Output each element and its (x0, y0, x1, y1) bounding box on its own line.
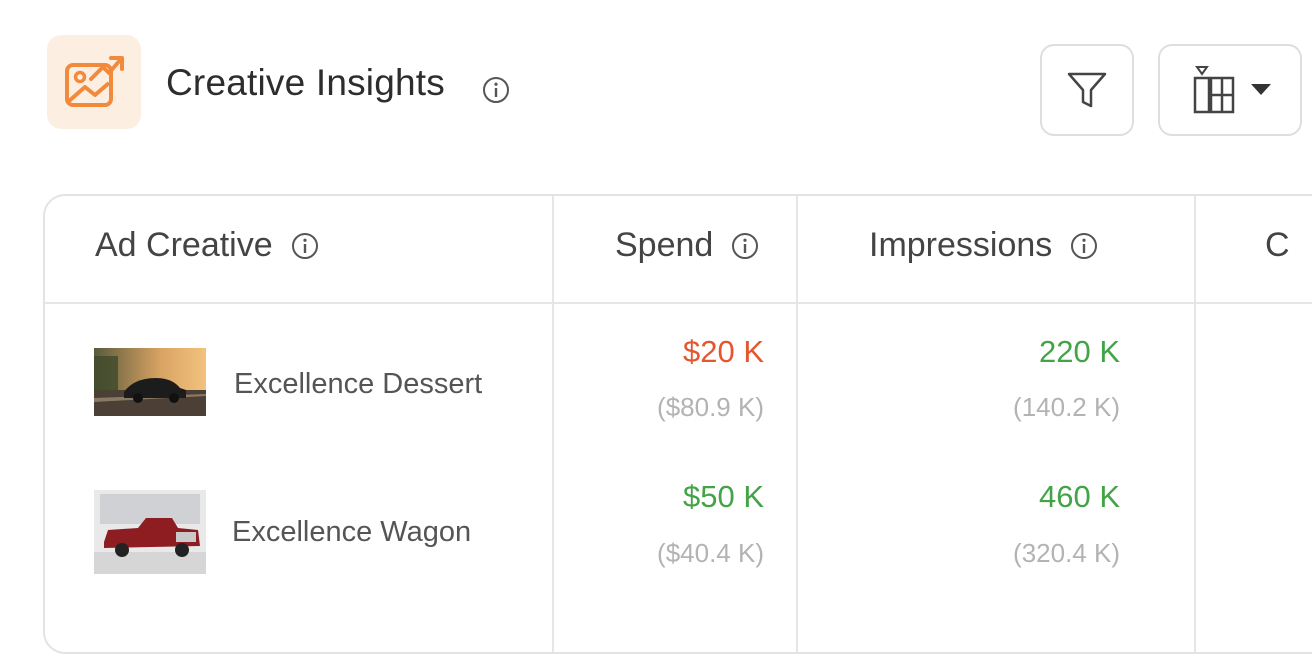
spend-value: $50 K (682, 479, 764, 514)
caret-down-icon (1251, 84, 1271, 95)
info-icon[interactable] (291, 232, 319, 260)
creative-table: Ad Creative Spend Impressions C Excellen… (43, 194, 1312, 654)
column-divider (1194, 196, 1196, 652)
filter-icon (1067, 72, 1107, 108)
header-divider (45, 302, 1312, 304)
column-header-label: C (1265, 226, 1290, 264)
spend-value: $20 K (682, 334, 764, 369)
creative-thumbnail[interactable] (94, 490, 206, 574)
spend-previous: ($40.4 K) (657, 538, 764, 568)
column-header-label: Ad Creative (95, 226, 273, 264)
column-header-label: Impressions (869, 226, 1053, 264)
column-divider (552, 196, 554, 652)
image-trend-icon (65, 56, 124, 107)
column-header-spend[interactable]: Spend (615, 226, 759, 265)
columns-button[interactable] (1158, 44, 1302, 136)
creative-insights-badge (47, 35, 141, 129)
info-icon[interactable] (1070, 232, 1098, 260)
creative-name[interactable]: Excellence Wagon (232, 516, 471, 549)
page-title: Creative Insights (166, 62, 445, 103)
column-header-label: Spend (615, 226, 714, 264)
creative-name[interactable]: Excellence Dessert (234, 368, 482, 401)
impressions-value: 220 K (1038, 334, 1120, 369)
spend-previous: ($80.9 K) (657, 392, 764, 422)
info-icon[interactable] (731, 232, 759, 260)
filter-button[interactable] (1040, 44, 1134, 136)
column-header-impressions[interactable]: Impressions (869, 226, 1098, 265)
column-header-next[interactable]: C (1265, 226, 1290, 265)
impressions-previous: (320.4 K) (1013, 538, 1120, 568)
title-info-icon[interactable] (482, 76, 510, 109)
impressions-value: 460 K (1038, 479, 1120, 514)
column-header-ad-creative[interactable]: Ad Creative (95, 226, 319, 265)
creative-thumbnail[interactable] (94, 348, 206, 416)
columns-icon (1193, 66, 1235, 114)
column-divider (796, 196, 798, 652)
impressions-previous: (140.2 K) (1013, 392, 1120, 422)
